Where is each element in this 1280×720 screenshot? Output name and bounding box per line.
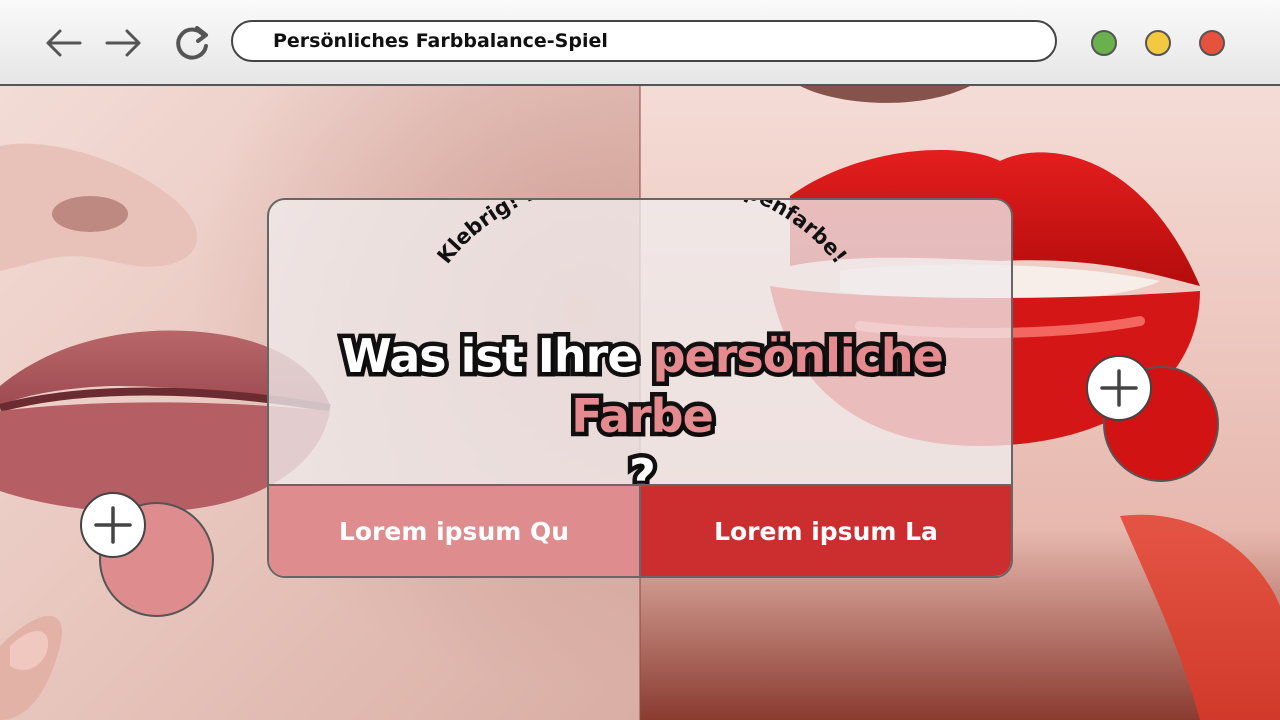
address-bar[interactable]: Persönliches Farbbalance-Spiel bbox=[231, 20, 1057, 62]
svg-text:Klebrig! Finden Sie Ihre Lippe: Klebrig! Finden Sie Ihre Lippenfarbe! bbox=[432, 200, 851, 268]
answer-options: Lorem ipsum Qu Lorem ipsum La bbox=[269, 484, 1011, 576]
option-label: Lorem ipsum Qu bbox=[338, 516, 570, 546]
question-heading: Was ist Ihre persönliche Farbe ? bbox=[269, 325, 1011, 508]
reload-icon[interactable] bbox=[171, 22, 213, 64]
window-maximize-dot[interactable] bbox=[1145, 30, 1171, 56]
forward-arrow-icon[interactable] bbox=[103, 22, 145, 64]
add-nude-color-button[interactable] bbox=[80, 492, 146, 558]
option-button-nude[interactable]: Lorem ipsum Qu bbox=[269, 486, 641, 576]
option-label: Lorem ipsum La bbox=[714, 516, 938, 546]
window-minimize-dot[interactable] bbox=[1091, 30, 1117, 56]
arc-subtitle-text: Klebrig! Finden Sie Ihre Lippenfarbe! bbox=[432, 200, 851, 268]
option-button-red[interactable]: Lorem ipsum La bbox=[641, 486, 1011, 576]
add-red-color-button[interactable] bbox=[1086, 355, 1152, 421]
plus-icon bbox=[94, 506, 132, 544]
back-arrow-icon[interactable] bbox=[42, 22, 84, 64]
browser-toolbar: Persönliches Farbbalance-Spiel bbox=[0, 0, 1280, 86]
plus-icon bbox=[1100, 369, 1138, 407]
question-text-part: Was ist Ihre bbox=[337, 325, 653, 388]
address-text: Persönliches Farbbalance-Spiel bbox=[273, 30, 608, 52]
quiz-card: Klebrig! Finden Sie Ihre Lippenfarbe! Wa… bbox=[267, 198, 1013, 578]
window-close-dot[interactable] bbox=[1199, 30, 1225, 56]
